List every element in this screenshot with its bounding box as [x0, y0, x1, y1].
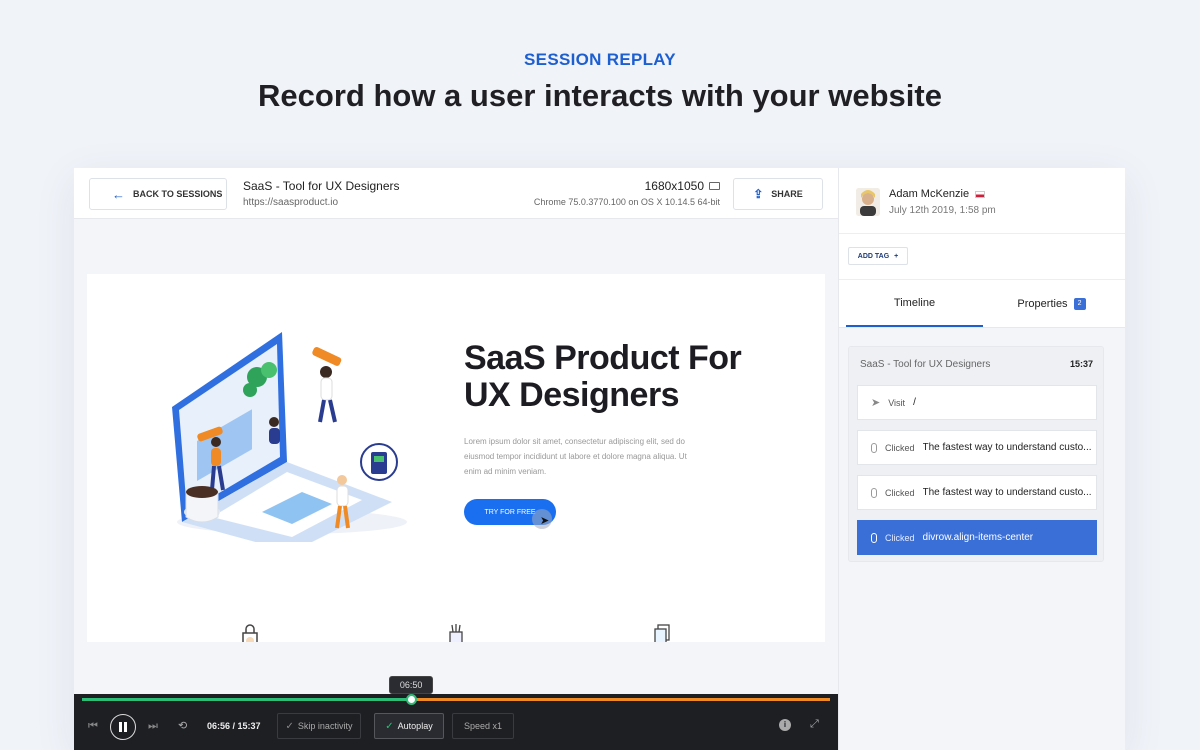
skip-forward-icon[interactable]: ⏭ — [148, 720, 158, 733]
skip-inactivity-label: Skip inactivity — [297, 721, 353, 731]
mouse-icon — [871, 442, 877, 453]
screen-resolution: 1680x1050 — [645, 179, 720, 193]
check-icon: ✓ — [285, 720, 294, 732]
session-duration: 15:37 — [1069, 359, 1093, 369]
replay-hero-title-line1: SaaS Product For — [464, 339, 742, 377]
pencil-cup-icon — [449, 624, 463, 642]
documents-icon — [654, 624, 670, 642]
browser-info: Chrome 75.0.3770.100 on OS X 10.14.5 64-… — [533, 197, 720, 207]
session-sidebar: Adam McKenzie July 12th 2019, 1:58 pm AD… — [838, 168, 1125, 750]
playback-scrubber[interactable] — [406, 694, 418, 705]
recorded-site-title: SaaS - Tool for UX Designers — [243, 179, 400, 193]
sidebar-tabs: Timeline Properties 2 — [839, 280, 1125, 328]
event-type: Visit — [888, 397, 906, 408]
control-row: ⏮ ⏭ ⟲ 06:56 / 15:37 ✓ Skip inactivity ✓ … — [74, 708, 838, 748]
event-description: The fastest way to understand custo... — [922, 487, 1092, 498]
pause-button[interactable] — [110, 714, 136, 740]
page-headline: Record how a user interacts with your we… — [258, 78, 942, 113]
timeline-event-active[interactable]: Clicked divrow.align-items-center — [857, 520, 1097, 555]
activity-segment — [411, 698, 830, 701]
arrow-left-icon: ← — [112, 186, 125, 202]
mouse-cursor-icon: ➤ — [540, 515, 550, 527]
add-tag-label: ADD TAG — [857, 252, 890, 260]
tab-properties-label: Properties — [1017, 297, 1068, 310]
plus-icon: + — [894, 252, 899, 260]
replayed-website: SaaS Product For UX Designers Lorem ipsu… — [87, 274, 825, 642]
laptop-illustration — [172, 332, 407, 542]
page-eyebrow: SESSION REPLAY — [524, 50, 676, 69]
session-page-title: SaaS - Tool for UX Designers — [860, 359, 991, 370]
event-description: The fastest way to understand custo... — [922, 442, 1092, 453]
event-description: / — [913, 397, 916, 408]
fullscreen-icon[interactable]: ⤢ — [810, 718, 819, 731]
lock-icon — [242, 624, 258, 642]
session-date: July 12th 2019, 1:58 pm — [889, 205, 996, 216]
repeat-icon[interactable]: ⟲ — [178, 719, 187, 732]
add-tag-button[interactable]: ADD TAG + — [848, 247, 908, 265]
country-flag-icon — [975, 190, 986, 198]
user-card: Adam McKenzie July 12th 2019, 1:58 pm — [839, 168, 1125, 234]
share-button[interactable]: ⇪ SHARE — [733, 178, 823, 210]
played-segment — [82, 698, 412, 701]
timeline-event[interactable]: Clicked The fastest way to understand cu… — [857, 430, 1097, 465]
recorded-site-url: https://saasproduct.io — [243, 197, 339, 208]
share-label: SHARE — [771, 189, 803, 199]
avatar — [856, 188, 880, 216]
event-type: Clicked — [885, 487, 915, 498]
check-icon: ✓ — [385, 720, 394, 732]
player-controls: 06:50 ⏮ ⏭ ⟲ 06:56 / 15:37 ✓ Skip inactiv… — [74, 676, 838, 750]
autoplay-toggle[interactable]: ✓ Autoplay — [374, 713, 444, 739]
event-type: Clicked — [885, 442, 915, 453]
mouse-icon — [871, 532, 877, 543]
replay-hero-title: SaaS Product For UX Designers — [464, 339, 742, 414]
mouse-icon — [871, 487, 877, 498]
scrubber-tooltip: 06:50 — [389, 676, 434, 694]
skip-inactivity-toggle[interactable]: ✓ Skip inactivity — [277, 713, 361, 739]
tab-timeline[interactable]: Timeline — [846, 280, 983, 327]
user-name: Adam McKenzie — [889, 188, 970, 200]
autoplay-label: Autoplay — [397, 721, 433, 731]
event-type: Clicked — [885, 532, 915, 543]
info-icon[interactable]: i — [779, 719, 791, 731]
tab-properties[interactable]: Properties 2 — [983, 280, 1120, 327]
speed-selector[interactable]: Speed x1 — [452, 713, 514, 739]
monitor-icon — [709, 182, 720, 190]
skip-back-icon[interactable]: ⏮ — [88, 720, 98, 733]
player-area: ← BACK TO SESSIONS SaaS - Tool for UX De… — [74, 168, 838, 750]
pause-icon — [119, 722, 127, 732]
player-topbar: ← BACK TO SESSIONS SaaS - Tool for UX De… — [74, 168, 838, 219]
replay-hero-text: Lorem ipsum dolor sit amet, consectetur … — [464, 437, 687, 476]
timeline-event[interactable]: ➤ Visit / — [857, 385, 1097, 420]
tag-row: ADD TAG + — [839, 234, 1125, 280]
back-button-label: BACK TO SESSIONS — [133, 189, 223, 199]
back-to-sessions-button[interactable]: ← BACK TO SESSIONS — [89, 178, 227, 210]
event-description: divrow.align-items-center — [922, 532, 1034, 543]
user-name-row: Adam McKenzie — [889, 188, 986, 200]
properties-count-badge: 2 — [1073, 297, 1086, 310]
session-timeline-card: SaaS - Tool for UX Designers 15:37 ➤ Vis… — [848, 346, 1104, 562]
replay-hero-title-line2: UX Designers — [464, 376, 680, 414]
share-icon: ⇪ — [753, 187, 764, 201]
timeline-event[interactable]: Clicked The fastest way to understand cu… — [857, 475, 1097, 510]
replay-app-window: ← BACK TO SESSIONS SaaS - Tool for UX De… — [74, 168, 1125, 750]
resolution-text: 1680x1050 — [644, 179, 704, 193]
navigation-arrow-icon: ➤ — [871, 397, 881, 409]
playback-time: 06:56 / 15:37 — [207, 721, 261, 731]
